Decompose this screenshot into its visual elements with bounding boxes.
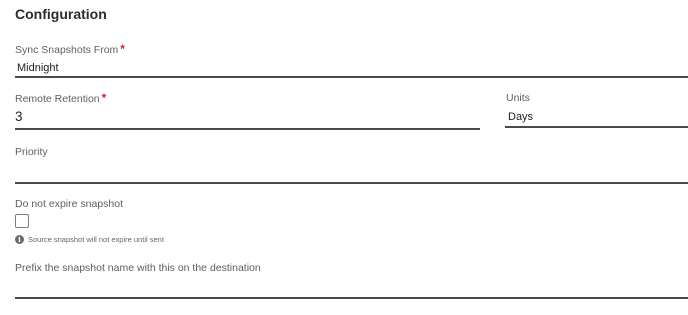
sync-from-label: Sync Snapshots From * bbox=[15, 42, 125, 56]
priority-input[interactable] bbox=[15, 164, 683, 180]
remote-retention-label-text: Remote Retention bbox=[15, 93, 100, 105]
units-label-text: Units bbox=[506, 92, 530, 104]
units-label: Units bbox=[506, 92, 530, 104]
remote-retention-input[interactable] bbox=[15, 108, 475, 125]
priority-underline bbox=[15, 182, 688, 184]
sync-from-underline bbox=[15, 76, 688, 78]
priority-label: Priority bbox=[15, 146, 48, 158]
no-expire-hint-text: Source snapshot will not expire until se… bbox=[28, 235, 164, 244]
sync-from-label-text: Sync Snapshots From bbox=[15, 44, 119, 56]
required-asterisk: * bbox=[101, 91, 107, 105]
info-icon: i bbox=[15, 235, 24, 244]
prefix-label: Prefix the snapshot name with this on th… bbox=[15, 262, 261, 274]
remote-retention-underline bbox=[15, 128, 480, 130]
no-expire-label-text: Do not expire snapshot bbox=[15, 198, 123, 210]
prefix-label-text: Prefix the snapshot name with this on th… bbox=[15, 262, 261, 274]
section-title: Configuration bbox=[15, 6, 107, 22]
required-asterisk: * bbox=[120, 42, 125, 56]
prefix-input[interactable] bbox=[15, 280, 683, 296]
no-expire-label: Do not expire snapshot bbox=[15, 198, 123, 210]
no-expire-checkbox[interactable] bbox=[15, 214, 29, 228]
no-expire-hint: i Source snapshot will not expire until … bbox=[15, 235, 164, 244]
units-underline bbox=[505, 126, 688, 128]
priority-label-text: Priority bbox=[15, 146, 48, 158]
prefix-underline bbox=[15, 297, 688, 299]
units-select[interactable] bbox=[508, 110, 686, 124]
remote-retention-label: Remote Retention * bbox=[15, 91, 106, 105]
sync-from-input[interactable] bbox=[17, 61, 677, 75]
